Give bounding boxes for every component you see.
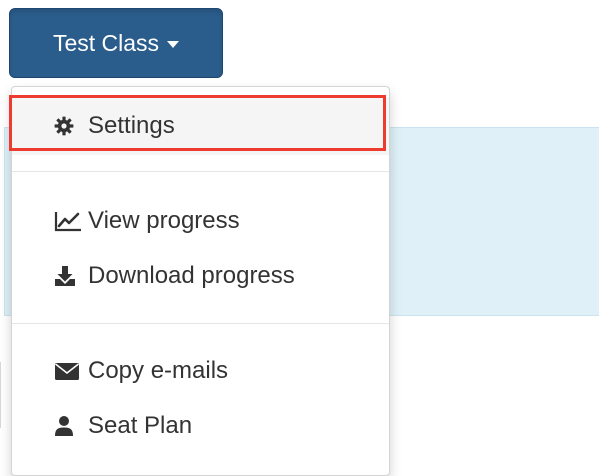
menu-item-copy-emails[interactable]: Copy e-mails	[12, 347, 389, 395]
class-dropdown-menu: Settings View progress Download progress	[11, 86, 390, 476]
menu-item-label: Settings	[88, 112, 175, 139]
menu-item-seat-plan[interactable]: Seat Plan	[12, 402, 389, 450]
menu-divider	[12, 171, 389, 172]
class-dropdown-label: Test Class	[52, 29, 160, 56]
menu-item-settings[interactable]: Settings	[12, 97, 389, 155]
gear-icon	[54, 114, 88, 138]
user-icon	[54, 414, 88, 438]
menu-item-label: Download progress	[88, 262, 295, 289]
menu-item-view-progress[interactable]: View progress	[12, 197, 389, 245]
menu-item-label: Copy e-mails	[88, 357, 229, 384]
menu-item-label: View progress	[88, 207, 240, 234]
line-chart-icon	[54, 209, 88, 233]
menu-item-download-progress[interactable]: Download progress	[12, 252, 389, 300]
class-dropdown-button[interactable]: Test Class	[9, 8, 223, 78]
menu-item-label: Seat Plan	[88, 412, 193, 439]
envelope-icon	[54, 359, 88, 383]
caret-down-icon	[167, 40, 180, 48]
download-icon	[54, 264, 88, 288]
menu-divider	[12, 323, 389, 324]
